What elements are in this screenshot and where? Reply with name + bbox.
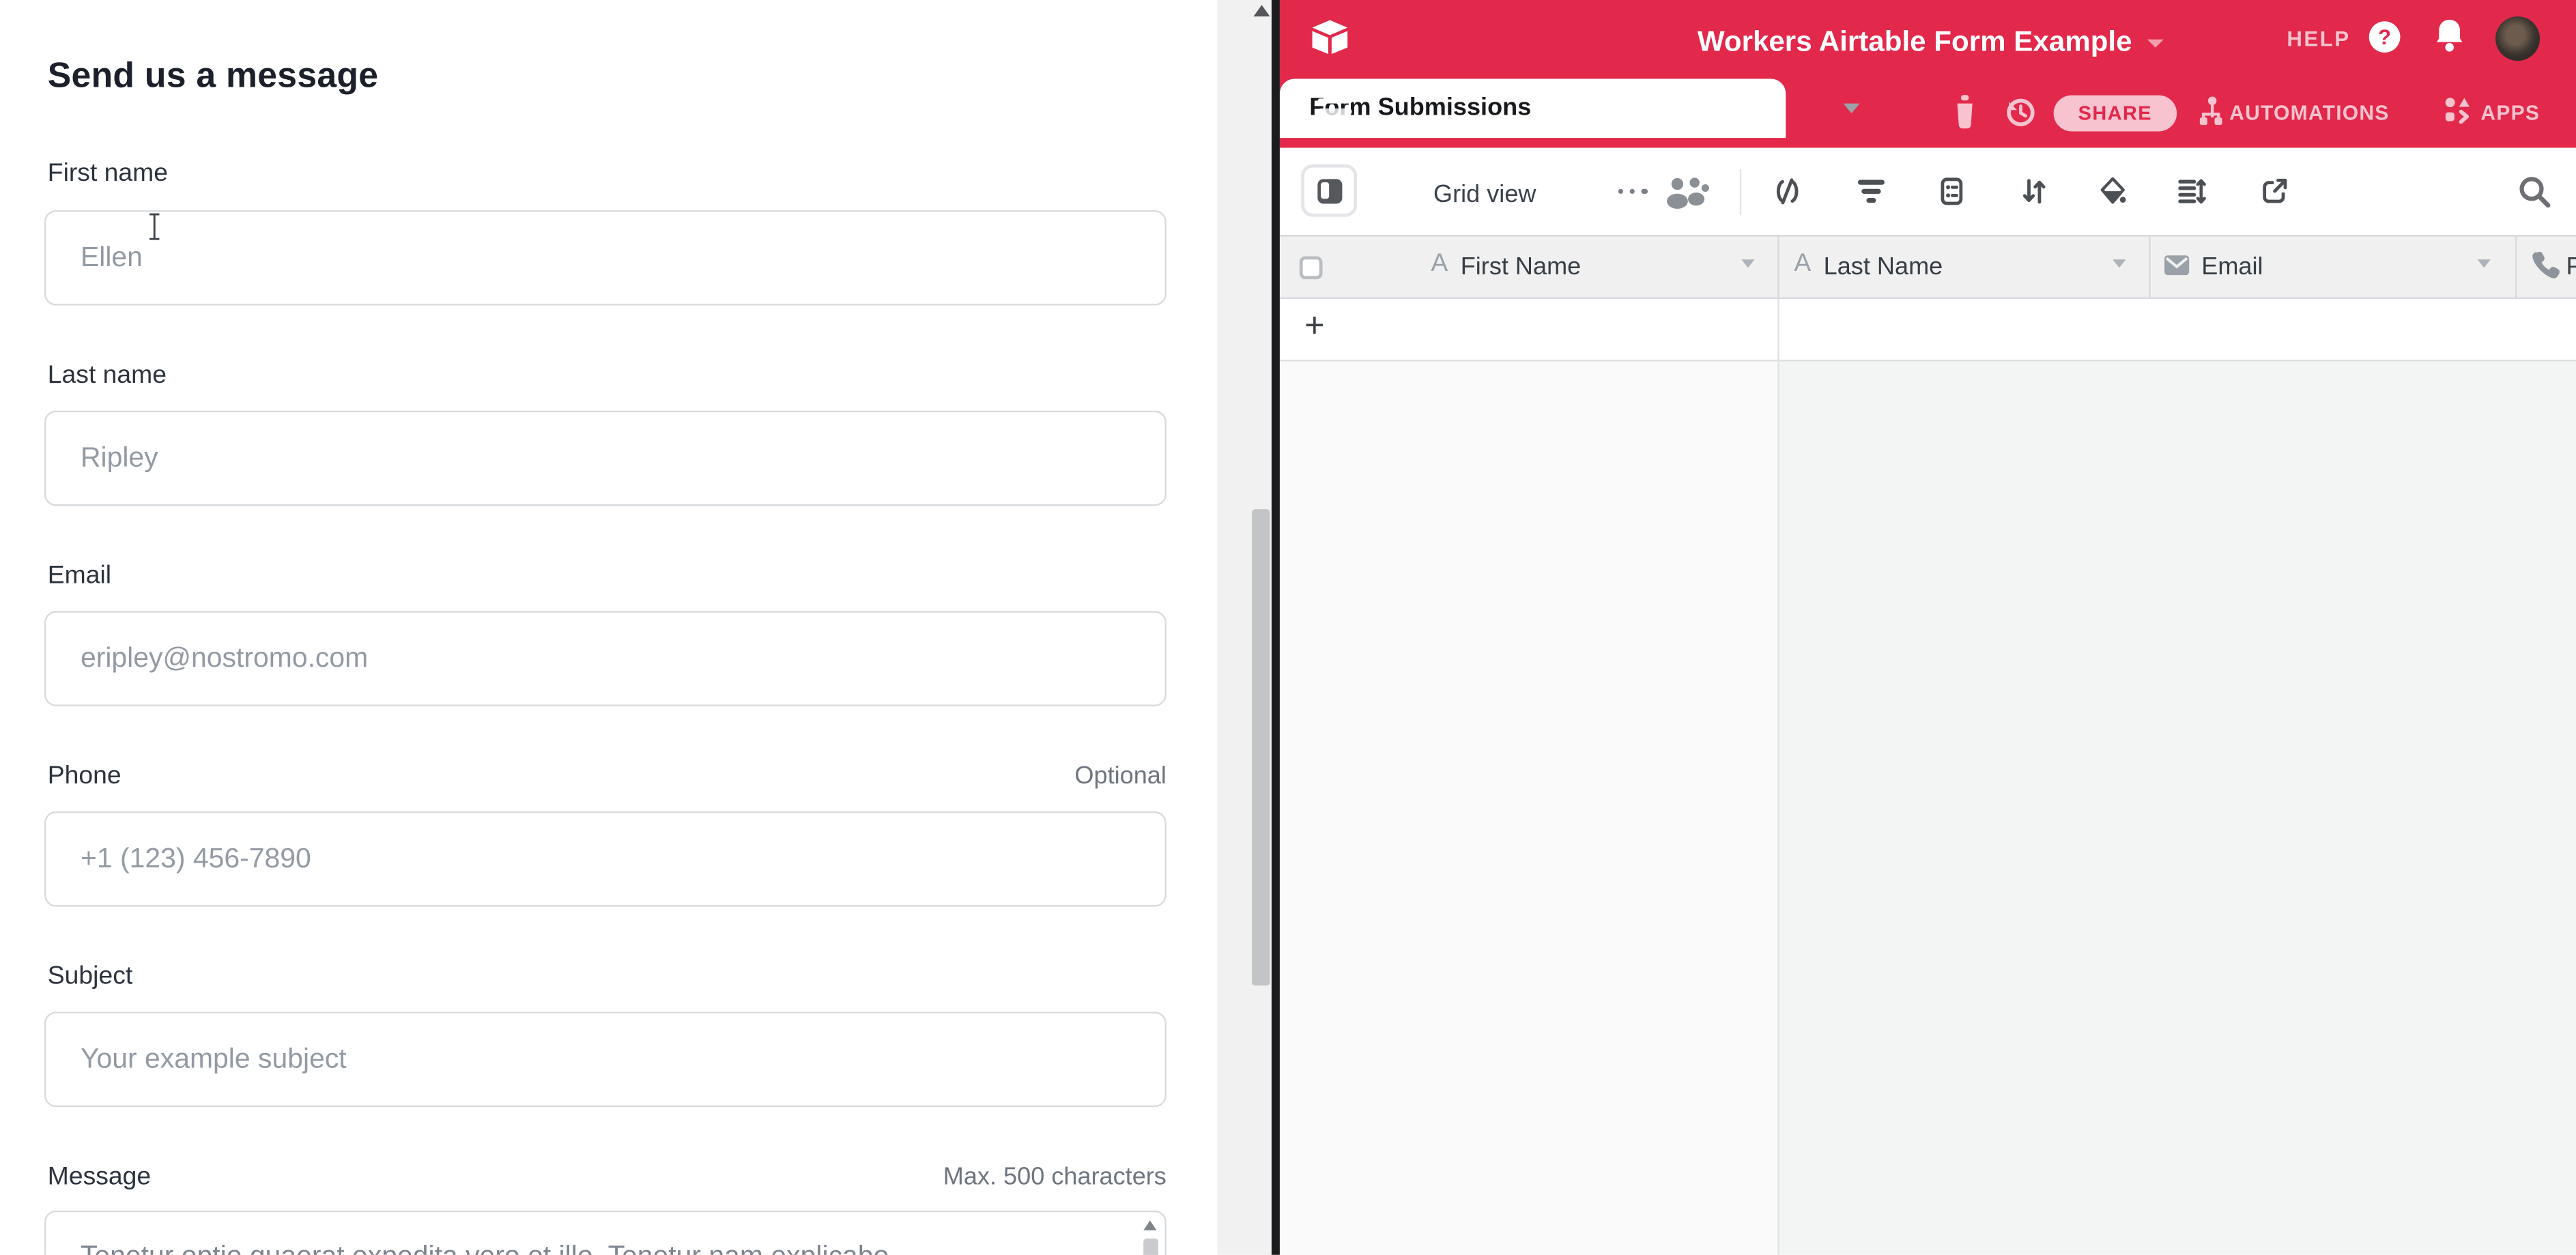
message-textarea[interactable]: Tenetur optio quaerat expedita vero et i… [44, 1211, 1167, 1255]
column-divider[interactable] [1777, 235, 1779, 298]
table-bar: Form Submissions SHARE AUTOMATIONS [1280, 79, 2576, 147]
text-field-type-icon: A [1794, 250, 1811, 279]
chevron-down-icon [2147, 39, 2163, 47]
row-height-icon[interactable] [2177, 177, 2206, 205]
screen: Send us a message First name Last name E… [0, 0, 2576, 1255]
frozen-column-divider[interactable] [1777, 298, 1779, 1255]
base-title-menu[interactable]: Workers Airtable Form Example [1618, 21, 2243, 61]
form-heading: Send us a message [48, 56, 378, 97]
email-field-type-icon [2164, 255, 2190, 276]
view-name[interactable]: Grid view [1433, 180, 1536, 208]
apps-button[interactable]: APPS [2480, 102, 2540, 125]
add-row-plus-icon[interactable]: + [1304, 306, 1325, 346]
text-field-type-icon: A [1431, 250, 1448, 279]
message-text: Tenetur optio quaerat expedita vero et i… [81, 1240, 889, 1255]
help-question-icon[interactable]: ? [2369, 20, 2401, 52]
subject-label: Subject [48, 962, 132, 991]
email-input[interactable] [44, 610, 1167, 706]
hide-fields-icon[interactable] [1773, 177, 1802, 205]
subject-input[interactable] [44, 1011, 1167, 1106]
collaborators-icon[interactable] [1661, 173, 1713, 212]
notifications-bell-icon[interactable] [2433, 16, 2466, 56]
column-divider[interactable] [2515, 235, 2517, 298]
help-button[interactable]: HELP [2287, 27, 2350, 51]
phone-label: Phone [48, 762, 121, 791]
user-avatar[interactable] [2495, 16, 2540, 61]
sidebar-panel-icon [1317, 178, 1341, 203]
apps-icon[interactable] [2443, 96, 2472, 127]
sidebar-menu-icon[interactable] [1317, 98, 1352, 126]
textarea-scroll-thumb[interactable] [1143, 1239, 1158, 1255]
table-tab-chevron-icon[interactable] [1844, 104, 1860, 113]
base-title: Workers Airtable Form Example [1698, 24, 2132, 59]
toolbar-divider [1739, 169, 1741, 214]
page-scroll-thumb[interactable] [1252, 509, 1270, 985]
text-cursor-icon [146, 212, 162, 241]
last-name-label: Last name [48, 360, 167, 390]
table-tab-form-submissions[interactable]: Form Submissions [1280, 79, 1786, 137]
column-header-phone[interactable]: Phone [2566, 253, 2576, 281]
contact-form-pane: Send us a message First name Last name E… [0, 0, 1218, 1255]
column-divider[interactable] [2149, 235, 2150, 298]
window-divider [1272, 0, 1280, 1255]
message-label: Message [48, 1162, 151, 1192]
automations-button[interactable]: AUTOMATIONS [2229, 102, 2389, 125]
view-more-options-icon[interactable] [1618, 188, 1647, 194]
airtable-pane: Workers Airtable Form Example HELP ? For… [1280, 0, 2576, 1255]
views-sidebar-toggle-button[interactable] [1301, 164, 1357, 217]
email-label: Email [48, 561, 111, 590]
select-all-checkbox[interactable] [1300, 255, 1323, 278]
automations-icon[interactable] [2196, 96, 2224, 130]
column-chevron-icon[interactable] [2113, 259, 2126, 268]
phone-input[interactable] [44, 811, 1167, 906]
color-icon[interactable] [2098, 177, 2128, 205]
filter-icon[interactable] [1857, 177, 1886, 205]
trash-icon[interactable] [1951, 93, 1978, 131]
share-button[interactable]: SHARE [2054, 94, 2177, 130]
scroll-up-arrow-icon[interactable] [1143, 1220, 1156, 1230]
page-scroll-up-arrow-icon[interactable] [1253, 5, 1270, 16]
search-icon[interactable] [2517, 174, 2553, 210]
column-header-first-name[interactable]: First Name [1461, 253, 1582, 281]
phone-optional-note: Optional [1074, 762, 1166, 790]
sort-icon[interactable] [2019, 177, 2048, 205]
column-chevron-icon[interactable] [1741, 259, 1754, 268]
column-header-email[interactable]: Email [2201, 253, 2263, 281]
airtable-logo-icon[interactable] [1309, 18, 1350, 59]
last-name-input[interactable] [44, 410, 1167, 506]
group-icon[interactable] [1936, 177, 1966, 205]
share-view-icon[interactable] [2261, 177, 2290, 205]
add-row[interactable] [1280, 298, 2576, 360]
grid-canvas-frozen [1280, 360, 1777, 1255]
first-name-input[interactable] [44, 210, 1167, 305]
column-header-last-name[interactable]: Last Name [1824, 253, 1943, 281]
history-icon[interactable] [2003, 96, 2037, 130]
textarea-scrollbar[interactable] [1142, 1215, 1160, 1255]
phone-field-type-icon [2530, 250, 2560, 279]
first-name-label: First name [48, 159, 168, 188]
message-max-note: Max. 500 characters [943, 1163, 1167, 1191]
airtable-top-bar: Workers Airtable Form Example HELP ? [1280, 0, 2576, 79]
column-chevron-icon[interactable] [2478, 259, 2491, 268]
